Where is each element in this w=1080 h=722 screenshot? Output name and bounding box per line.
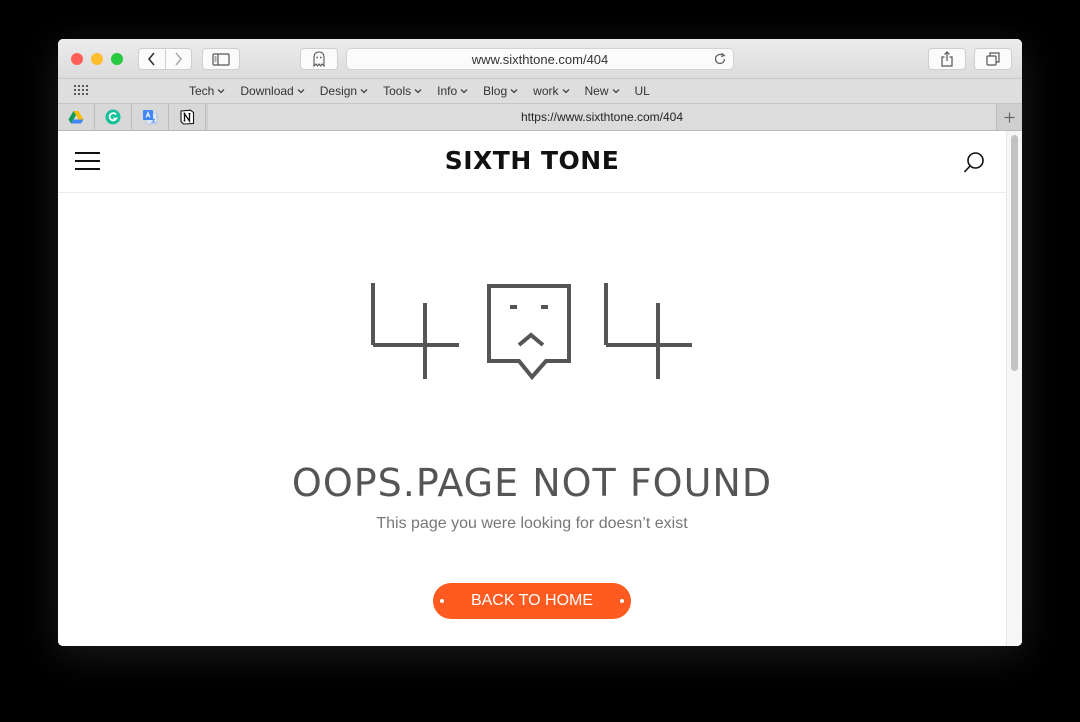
browser-window: www.sixthtone.com/404 Tech Download Desi…	[58, 39, 1022, 646]
new-tab-button[interactable]	[996, 104, 1022, 130]
ghostery-extension-button[interactable]	[300, 48, 338, 70]
bookmark-label: Tools	[383, 84, 412, 98]
active-tab[interactable]: https://www.sixthtone.com/404	[208, 104, 996, 130]
tab-bar: https://www.sixthtone.com/404	[58, 104, 1022, 131]
back-to-home-label: BACK TO HOME	[470, 592, 594, 609]
bookmark-folder-tools[interactable]: Tools	[383, 84, 422, 98]
bookmark-folder-download[interactable]: Download	[240, 84, 305, 98]
reload-icon[interactable]	[713, 52, 727, 66]
plus-icon	[1004, 112, 1015, 122]
address-bar[interactable]: www.sixthtone.com/404	[346, 48, 734, 70]
page-scrollbar[interactable]	[1006, 131, 1022, 646]
button-dot-right	[620, 599, 624, 603]
forward-button[interactable]	[164, 48, 192, 70]
search-icon[interactable]	[962, 151, 986, 175]
zoom-window-button[interactable]	[111, 53, 123, 65]
history-navigation	[138, 48, 192, 70]
bookmark-label: Tech	[189, 84, 215, 98]
tabs-overview-icon	[986, 52, 1000, 66]
bookmark-label: UL	[634, 84, 650, 98]
ghost-icon	[313, 51, 325, 67]
digit-four-right	[604, 283, 692, 379]
chevron-down-icon	[460, 89, 468, 94]
bookmarks-bar: Tech Download Design Tools Info Blog work New UL	[58, 79, 1022, 104]
address-text: www.sixthtone.com/404	[471, 51, 609, 67]
bookmark-label: work	[533, 84, 559, 98]
bookmark-label: Blog	[483, 84, 508, 98]
bookmark-folder-ul[interactable]: UL	[635, 84, 650, 98]
google-translate-icon	[143, 110, 158, 125]
google-drive-icon	[68, 111, 84, 124]
share-icon	[941, 51, 953, 67]
chevron-down-icon	[297, 89, 305, 94]
digit-four-left	[371, 283, 459, 379]
sad-speech-bubble-icon	[487, 284, 571, 381]
site-header: SIXTH TONE	[58, 131, 1006, 193]
pinned-tab-notion[interactable]	[169, 104, 206, 130]
bookmark-folder-blog[interactable]: Blog	[483, 84, 518, 98]
bookmark-label: Design	[319, 84, 358, 98]
notion-icon	[180, 109, 195, 125]
sidebar-icon	[212, 52, 230, 66]
pinned-tab-google-drive[interactable]	[58, 104, 95, 130]
show-all-tabs-button[interactable]	[974, 48, 1012, 70]
chevron-left-icon	[147, 52, 155, 66]
bookmark-folder-tech[interactable]: Tech	[189, 84, 225, 98]
bookmark-label: New	[584, 84, 609, 98]
bookmark-folder-info[interactable]: Info	[437, 84, 468, 98]
bookmark-folder-new[interactable]: New	[585, 84, 620, 98]
error-message: This page you were looking for doesn’t e…	[376, 515, 688, 532]
site-logo[interactable]: SIXTH TONE	[58, 146, 1006, 175]
scroll-thumb[interactable]	[1011, 135, 1018, 371]
back-button[interactable]	[138, 48, 165, 70]
bookmark-folder-design[interactable]: Design	[320, 84, 368, 98]
pinned-tab-google-translate[interactable]	[132, 104, 169, 130]
apps-grid-icon[interactable]	[74, 85, 89, 97]
sidebar-toggle-button[interactable]	[202, 48, 240, 70]
chevron-down-icon	[217, 89, 225, 94]
bookmark-label: Download	[240, 84, 294, 98]
close-window-button[interactable]	[71, 53, 83, 65]
grammarly-icon	[105, 109, 121, 125]
error-headline: OOPS.PAGE NOT FOUND	[291, 461, 773, 505]
chevron-down-icon	[360, 89, 368, 94]
chevron-down-icon	[510, 89, 518, 94]
chevron-down-icon	[414, 89, 422, 94]
tab-title: https://www.sixthtone.com/404	[520, 110, 684, 124]
chevron-down-icon	[562, 89, 569, 94]
button-dot-left	[440, 599, 444, 603]
back-to-home-button[interactable]: BACK TO HOME	[433, 583, 631, 619]
bookmarks-list: Tech Download Design Tools Info Blog work New UL	[189, 79, 650, 103]
chevron-right-icon	[175, 52, 183, 66]
bookmark-folder-work[interactable]: work	[533, 84, 569, 98]
chevron-down-icon	[612, 89, 619, 94]
share-button[interactable]	[928, 48, 966, 70]
bookmark-label: Info	[437, 84, 458, 98]
pinned-tab-grammarly[interactable]	[95, 104, 132, 130]
error-404-illustration: 4 4	[371, 283, 692, 381]
minimize-window-button[interactable]	[91, 53, 103, 65]
browser-toolbar: www.sixthtone.com/404	[58, 39, 1022, 79]
web-page: SIXTH TONE 4	[58, 131, 1022, 646]
